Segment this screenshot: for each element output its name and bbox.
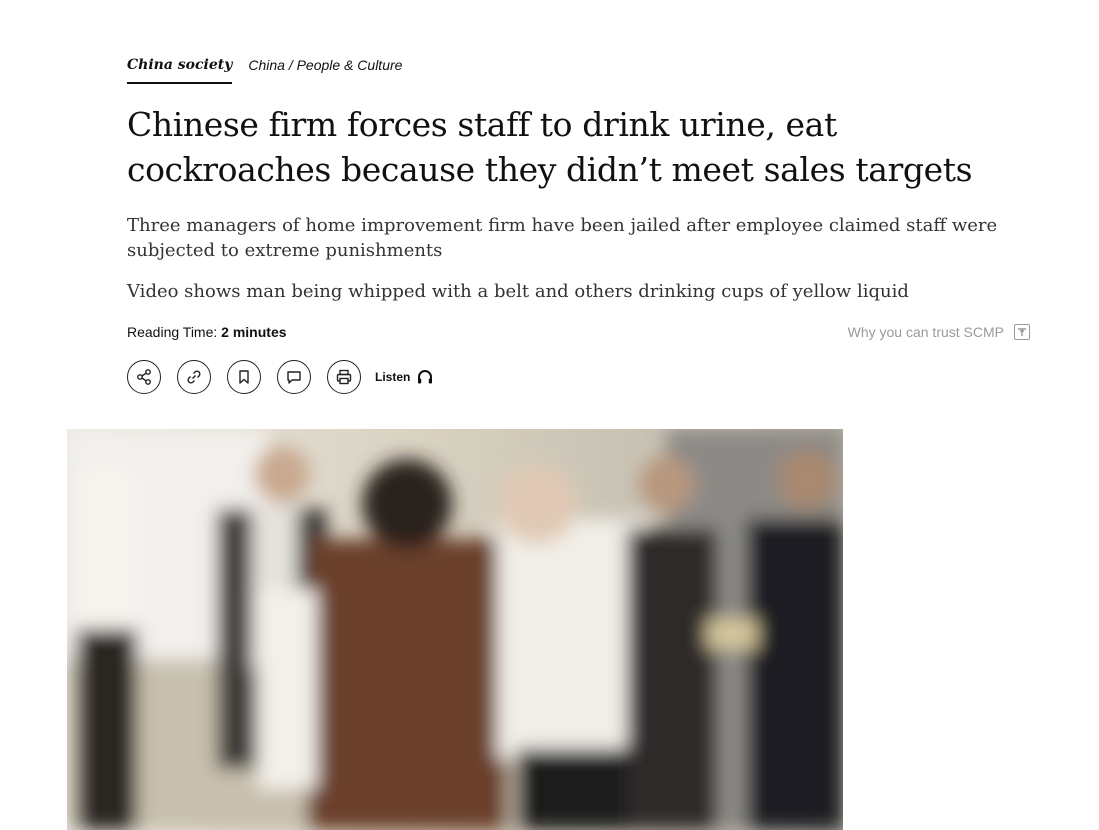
- trust-icon: [1014, 324, 1030, 340]
- headphones-icon: [418, 370, 433, 384]
- bookmark-icon: [239, 370, 249, 384]
- summary-point: Video shows man being whipped with a bel…: [127, 281, 909, 302]
- article-meta: Reading Time: 2 minutes Why you can trus…: [127, 323, 1030, 343]
- reading-time-value: 2 minutes: [221, 324, 287, 340]
- share-button[interactable]: [127, 360, 161, 394]
- copy-link-button[interactable]: [177, 360, 211, 394]
- hero-photo: [67, 429, 843, 830]
- article-actions: Listen: [127, 360, 434, 394]
- breadcrumb-secondary-link[interactable]: China / People & Culture: [248, 55, 402, 75]
- listen-label: Listen: [375, 370, 411, 384]
- print-button[interactable]: [327, 360, 361, 394]
- print-icon: [336, 369, 352, 385]
- comment-icon: [287, 371, 301, 384]
- link-icon: [187, 370, 201, 384]
- comment-button[interactable]: [277, 360, 311, 394]
- article-headline: Chinese firm forces staff to drink urine…: [127, 105, 973, 189]
- hero-image: [67, 429, 843, 830]
- share-icon: [137, 369, 151, 385]
- summary-point: Three managers of home improvement firm …: [127, 215, 998, 261]
- listen-button[interactable]: Listen: [375, 368, 434, 386]
- breadcrumb: China society China / People & Culture: [127, 55, 402, 84]
- trust-link[interactable]: Why you can trust SCMP: [848, 323, 1030, 341]
- bookmark-button[interactable]: [227, 360, 261, 394]
- breadcrumb-primary-link[interactable]: China society: [127, 55, 233, 84]
- reading-time-label: Reading Time:: [127, 324, 218, 340]
- trust-link-label: Why you can trust SCMP: [847, 324, 1004, 340]
